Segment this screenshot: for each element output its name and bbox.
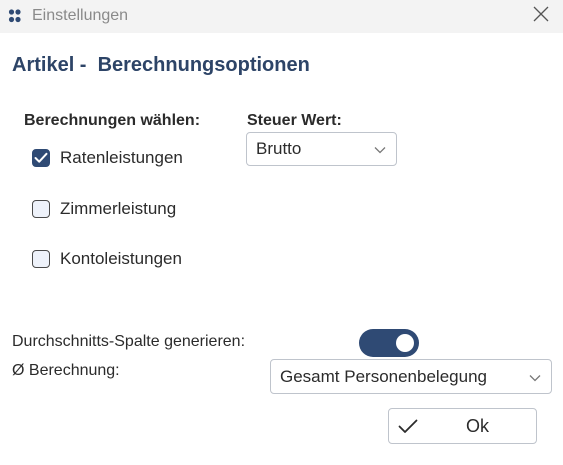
calc-basis-select-value: Gesamt Personenbelegung (280, 366, 487, 386)
average-column-label: Durchschnitts-Spalte generieren: (12, 333, 246, 350)
checkbox-unchecked[interactable] (32, 250, 50, 268)
calc-basis-select[interactable]: Gesamt Personenbelegung (270, 359, 552, 394)
average-column-toggle[interactable] (359, 329, 419, 357)
ok-button-label: Ok (465, 416, 489, 436)
checkbox-label: Ratenleistungen (60, 148, 183, 167)
window-title: Einstellungen (32, 7, 129, 24)
checkbox-unchecked[interactable] (32, 200, 50, 218)
toggle-knob (396, 334, 414, 352)
checkbox-ratenleistungen[interactable]: Ratenleistungen (32, 146, 183, 170)
tax-select[interactable]: Brutto (246, 132, 397, 166)
calc-basis-label: Ø Berechnung: (12, 362, 120, 379)
page-title: Artikel - Berechnungsoptionen (12, 54, 310, 76)
checkmark-icon (34, 152, 48, 163)
checkbox-checked[interactable] (32, 149, 50, 167)
title-bar: Einstellungen (0, 0, 563, 33)
checkbox-label: Kontoleistungen (60, 249, 182, 268)
tax-select-value: Brutto (256, 139, 302, 158)
chevron-down-icon (374, 139, 386, 159)
tax-label: Steuer Wert: (247, 112, 342, 129)
app-logo-icon (8, 9, 22, 23)
calculations-label: Berechnungen wählen: (24, 112, 201, 129)
checkbox-kontoleistungen[interactable]: Kontoleistungen (32, 247, 182, 271)
ok-button[interactable]: Ok (388, 408, 537, 444)
chevron-down-icon (529, 367, 541, 387)
checkbox-label: Zimmerleistung (60, 199, 177, 218)
checkbox-zimmerleistung[interactable]: Zimmerleistung (32, 197, 176, 221)
close-icon (533, 6, 549, 27)
close-button[interactable] (527, 3, 555, 29)
